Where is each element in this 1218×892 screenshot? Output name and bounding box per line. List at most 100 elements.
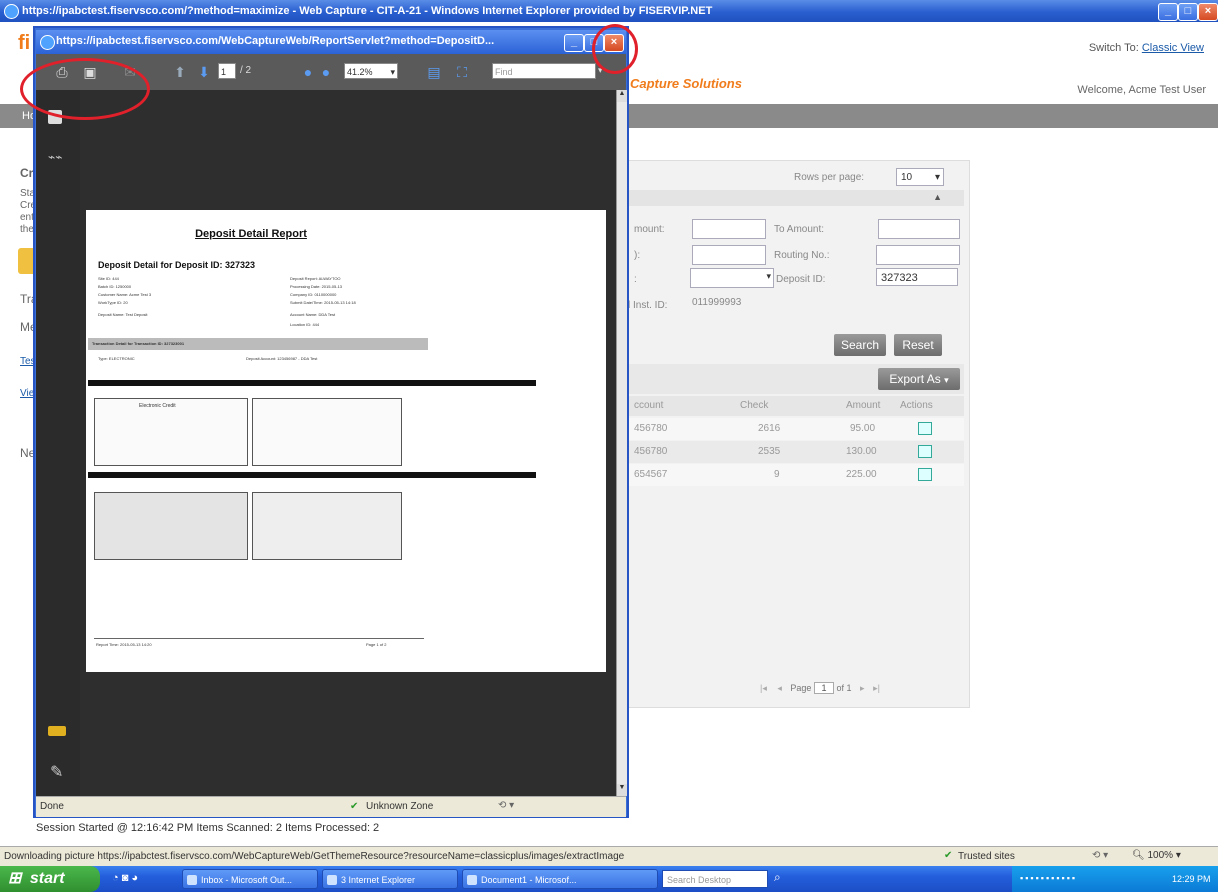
vertical-scrollbar[interactable]: ▲ ▼ [616,90,627,796]
signatures-icon[interactable] [48,726,66,736]
bookmarks-icon[interactable]: ⌁⌁ [48,150,62,164]
prev-page-icon[interactable]: ⬆ [172,64,188,80]
report-field: Processing Date: 2015-05-13 [290,284,343,289]
view-item-icon[interactable] [918,445,932,458]
page-number-input[interactable]: 1 [218,63,236,79]
report-field: Company ID: 0110000000 [290,292,337,297]
view-item-icon[interactable] [918,422,932,435]
attachments-icon[interactable]: ✎ [50,762,63,782]
zoom-select[interactable]: 41.2% ▾ [344,63,398,79]
fit-width-icon[interactable]: ▤ [426,64,442,80]
pager-page-input[interactable]: 1 [813,682,834,694]
item-table-header [88,380,536,386]
classic-view-link[interactable]: Classic View [1142,42,1204,54]
table-row[interactable]: 456780 2616 95.00 [628,418,964,440]
task-label: Document1 - Microsof... [481,875,577,885]
deposit-id-label: Deposit ID: [776,274,826,285]
popup-titlebar: https://ipabctest.fiservsco.com/WebCaptu… [36,30,626,54]
reset-button[interactable]: Reset [894,334,942,356]
routing-no-input[interactable] [876,245,960,265]
chevron-down-icon: ▾ [766,271,771,281]
popup-zone: Unknown Zone [366,801,434,812]
annotation-circle-print-save [20,58,150,120]
type-select[interactable]: ▾ [690,268,774,288]
column-header-account[interactable]: ccount [634,400,663,411]
left-text-ent: ent [20,212,34,223]
report-field: Customer Name: Acme Test 3 [98,292,152,297]
prev-page-icon[interactable]: ◂ [777,683,782,693]
export-as-button[interactable]: Export As ▾ [878,368,960,390]
find-input[interactable]: Find [492,63,596,79]
to-amount-input[interactable] [878,219,960,239]
scroll-down-icon[interactable]: ▼ [617,784,627,796]
zoom-control[interactable]: 🔍︎ 100% ▾ [1132,850,1181,861]
transaction-banner: Transaction Detail for Transaction ID: 3… [88,338,428,350]
next-page-icon[interactable]: ▸ [860,683,865,693]
left-text-the: the [20,224,34,235]
inst-id-label: l Inst. ID: [628,300,668,311]
rows-per-page-select[interactable]: 10 ▾ [896,168,944,186]
electronic-credit-image[interactable]: Electronic Credit [94,398,248,466]
left-field-input[interactable] [692,245,766,265]
search-icon[interactable]: ⌕ [774,870,781,885]
from-amount-label: mount: [634,224,665,235]
report-footer-time: Report Time: 2015-05-13 14:20 [96,642,152,647]
popup-minimize-button[interactable]: _ [564,34,584,52]
start-button[interactable]: ⊞ start [0,866,100,892]
task-button-ie[interactable]: 3 Internet Explorer [322,869,458,889]
pdf-page: Deposit Detail Report Deposit Detail for… [86,210,606,672]
task-button-word[interactable]: Document1 - Microsof... [462,869,658,889]
report-field: WorkType ID: 20 [98,300,128,305]
checkmark-icon: ✔ [350,801,359,812]
chevron-down-icon: ▾ [1175,850,1181,861]
view-item-icon[interactable] [918,468,932,481]
desktop-search-input[interactable]: Search Desktop [662,870,768,888]
collapse-up-icon[interactable]: ▲ [933,192,942,202]
outer-window-titlebar: https://ipabctest.fiservsco.com/?method=… [0,0,1218,22]
report-field: Account Name: DDA Test [290,312,336,317]
popup-title: https://ipabctest.fiservsco.com/WebCaptu… [56,35,495,47]
check-front-image[interactable] [94,492,248,560]
filter-collapse-bar[interactable]: ▲ [628,190,964,206]
protected-mode-icon[interactable]: ⟲ ▾ [1092,850,1108,861]
app-logo: fi [18,32,31,54]
next-page-icon[interactable]: ⬇ [196,64,212,80]
check-header: Electronic Credit [139,403,176,409]
ie-icon [40,35,55,50]
cell-check: 9 [774,469,780,480]
scroll-up-icon[interactable]: ▲ [617,90,627,102]
task-button-outlook[interactable]: Inbox - Microsoft Out... [182,869,318,889]
column-header-amount[interactable]: Amount [846,400,880,411]
check-back-image[interactable] [252,492,402,560]
column-header-actions: Actions [900,400,933,411]
from-amount-input[interactable] [692,219,766,239]
start-label: start [29,870,65,887]
column-header-check[interactable]: Check [740,400,768,411]
table-row[interactable]: 456780 2535 130.00 [628,441,964,463]
zoom-icon: 🔍︎ [1132,850,1145,861]
type-line: Type: ELECTRONIC [98,356,135,361]
search-button[interactable]: Search [834,334,886,356]
quick-launch[interactable]: ◔ ◙ ◕ [112,872,138,884]
checkmark-icon: ✔ [944,850,953,861]
back-image[interactable] [252,398,402,466]
tray-icons[interactable]: ▪▪▪▪▪▪▪▪▪▪▪ [1020,873,1077,883]
welcome-text: Welcome, Acme Test User [1077,84,1206,96]
fit-page-icon[interactable]: ⛶ [454,64,470,80]
last-page-icon[interactable]: ▸| [873,683,880,693]
table-row[interactable]: 654567 9 225.00 [628,464,964,486]
first-page-icon[interactable]: |◂ [760,683,767,693]
close-button[interactable]: × [1198,3,1218,21]
cell-check: 2535 [758,446,781,457]
report-field: Deposit Report: ALWAYTOO [290,276,341,281]
popup-protected-icon[interactable]: ⟲ ▾ [498,800,514,811]
maximize-button[interactable]: □ [1178,3,1198,21]
minimize-button[interactable]: _ [1158,3,1178,21]
chevron-down-icon: ▾ [390,67,395,77]
zoom-in-icon[interactable]: ● [318,64,334,80]
zoom-out-icon[interactable]: ● [300,64,316,80]
ie-icon [4,4,19,19]
cell-account: 456780 [634,446,668,457]
export-as-label: Export As [889,372,941,386]
deposit-id-input[interactable]: 327323 [876,268,958,286]
